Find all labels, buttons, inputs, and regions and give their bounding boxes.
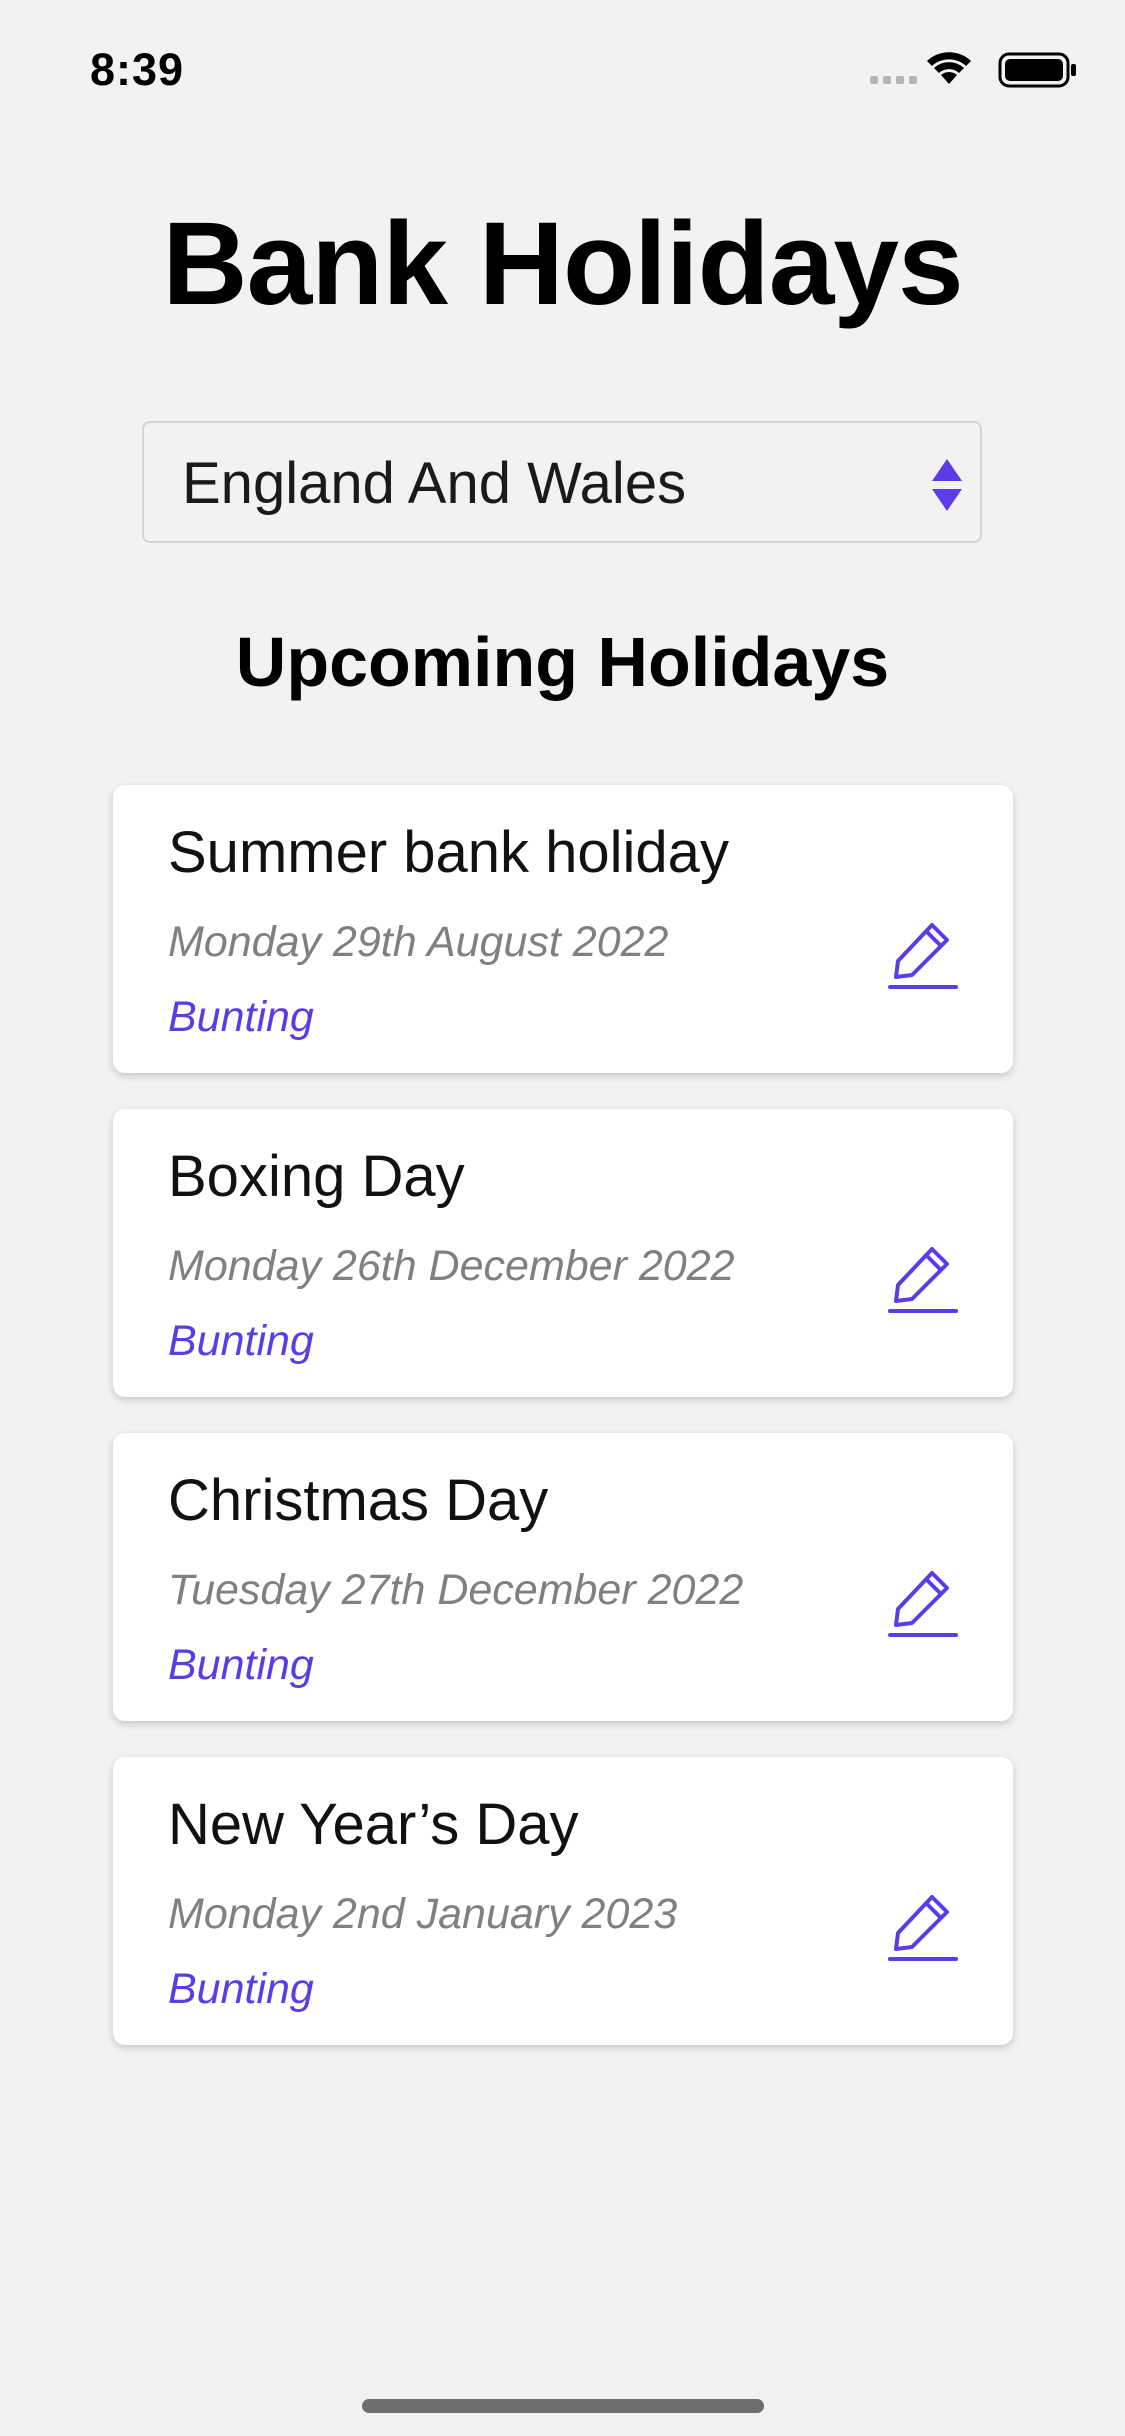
region-select[interactable]: England And Wales <box>142 421 982 543</box>
holiday-tag: Bunting <box>168 1317 314 1365</box>
region-select-value: England And Wales <box>182 451 687 516</box>
chevron-up-down-icon <box>930 457 964 513</box>
holiday-tag: Bunting <box>168 1641 314 1689</box>
pencil-icon <box>888 1895 958 1961</box>
holiday-tag: Bunting <box>168 1965 314 2013</box>
edit-button[interactable] <box>888 1568 958 1638</box>
page-title: Bank Holidays <box>162 198 963 330</box>
edit-button[interactable] <box>888 1892 958 1962</box>
status-bar: 8:39 <box>0 0 1125 132</box>
status-time: 8:39 <box>90 44 185 95</box>
holiday-card: Summer bank holiday Monday 29th August 2… <box>113 785 1013 1073</box>
holiday-name: Summer bank holiday <box>168 820 729 885</box>
holiday-date: Monday 29th August 2022 <box>168 918 669 966</box>
pencil-icon <box>888 1571 958 1637</box>
holiday-card: New Year’s Day Monday 2nd January 2023 B… <box>113 1757 1013 2045</box>
edit-button[interactable] <box>888 920 958 990</box>
battery-icon <box>998 52 1076 88</box>
holiday-name: Boxing Day <box>168 1144 465 1209</box>
holiday-date: Monday 26th December 2022 <box>168 1242 735 1290</box>
holiday-date: Tuesday 27th December 2022 <box>168 1566 744 1614</box>
wifi-icon <box>927 52 971 84</box>
edit-button[interactable] <box>888 1244 958 1314</box>
holiday-card: Boxing Day Monday 26th December 2022 Bun… <box>113 1109 1013 1397</box>
home-indicator[interactable] <box>362 2399 764 2413</box>
section-title: Upcoming Holidays <box>235 623 890 701</box>
holiday-name: New Year’s Day <box>168 1792 579 1857</box>
holiday-list: Summer bank holiday Monday 29th August 2… <box>113 785 1013 2081</box>
holiday-name: Christmas Day <box>168 1468 549 1533</box>
cellular-signal-icon <box>870 76 917 84</box>
status-icons <box>870 50 1080 90</box>
holiday-tag: Bunting <box>168 993 314 1041</box>
pencil-icon <box>888 1247 958 1313</box>
holiday-date: Monday 2nd January 2023 <box>168 1890 678 1938</box>
pencil-icon <box>888 923 958 989</box>
holiday-card: Christmas Day Tuesday 27th December 2022… <box>113 1433 1013 1721</box>
